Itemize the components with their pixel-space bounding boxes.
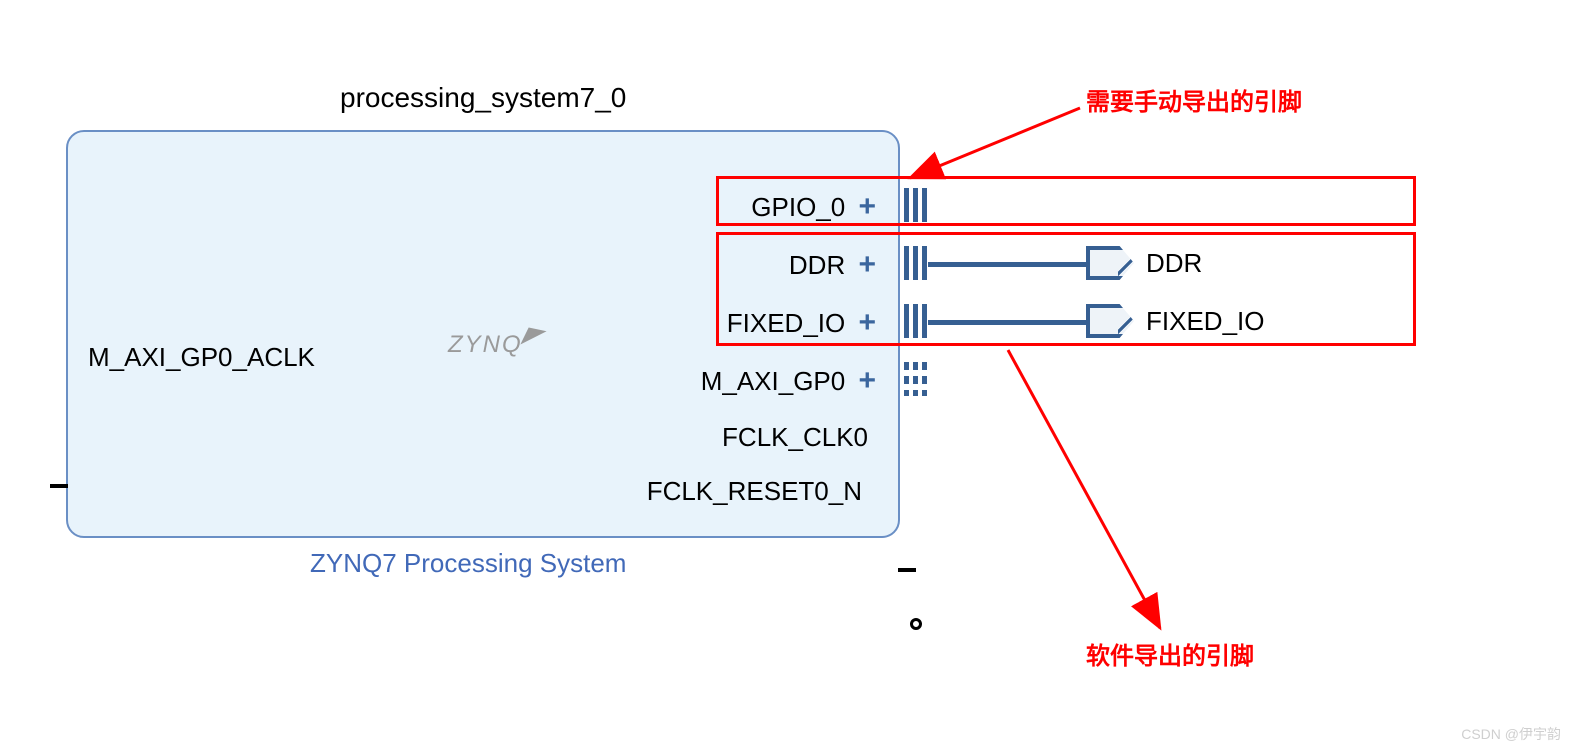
bus-rail-m-axi-gp0 (904, 362, 927, 396)
port-label: M_AXI_GP0_ACLK (88, 342, 315, 372)
port-stub-left (50, 484, 68, 488)
ip-instance-name: processing_system7_0 (340, 82, 626, 114)
ip-subtitle: ZYNQ7 Processing System (310, 548, 626, 579)
annotation-label-software: 软件导出的引脚 (1086, 636, 1254, 671)
port-m-axi-gp0[interactable]: M_AXI_GP0 + (701, 364, 876, 398)
zynq-logo: ZYNQ◤ (448, 330, 543, 359)
port-label: M_AXI_GP0 (701, 366, 846, 396)
arrow-software (1008, 350, 1160, 628)
port-negation-icon (910, 618, 922, 630)
logo-accent-icon: ◤ (520, 320, 546, 353)
port-stub-fclk-clk0 (898, 568, 916, 572)
arrow-manual (910, 108, 1080, 178)
diagram-canvas: processing_system7_0 M_AXI_GP0_ACLK ZYNQ… (0, 0, 1579, 754)
port-m-axi-gp0-aclk[interactable]: M_AXI_GP0_ACLK (88, 342, 315, 373)
logo-text: ZYNQ (448, 331, 523, 358)
watermark: CSDN @伊宇韵 (1461, 724, 1561, 744)
annotation-box-manual (716, 176, 1416, 226)
expand-icon[interactable]: + (858, 364, 876, 397)
port-label: FCLK_CLK0 (722, 422, 868, 452)
port-fclk-reset0-n[interactable]: FCLK_RESET0_N (647, 476, 862, 507)
port-label: FCLK_RESET0_N (647, 476, 862, 506)
port-fclk-clk0[interactable]: FCLK_CLK0 (722, 422, 868, 453)
annotation-box-software (716, 232, 1416, 346)
annotation-label-manual: 需要手动导出的引脚 (1086, 82, 1302, 117)
